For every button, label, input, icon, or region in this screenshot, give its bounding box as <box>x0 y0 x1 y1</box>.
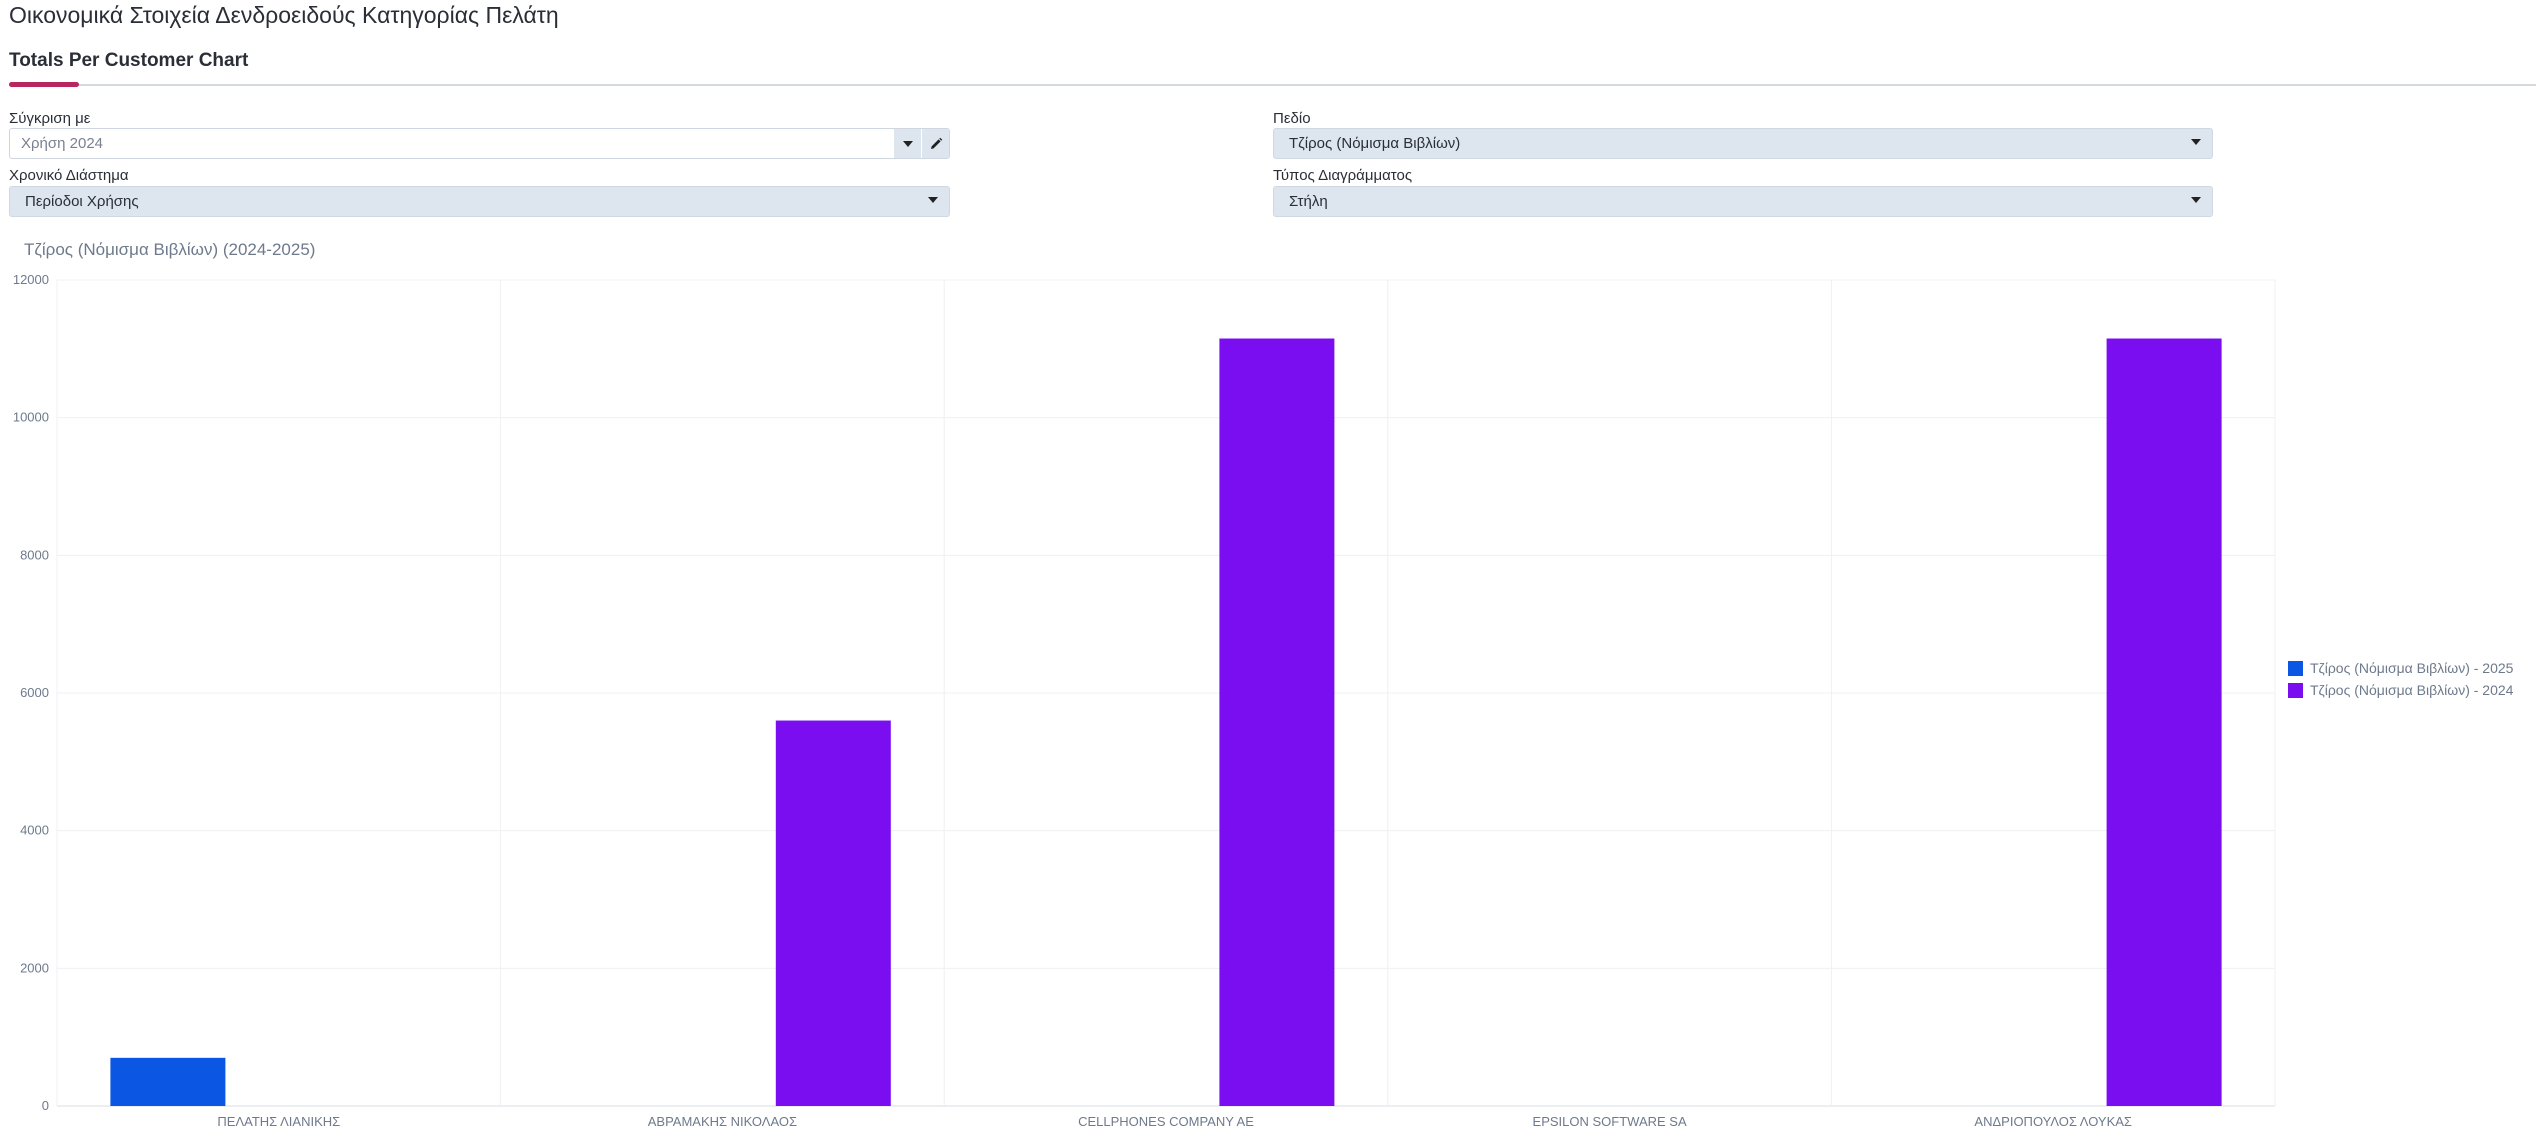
compare-with-dropdown-button[interactable] <box>894 129 921 158</box>
chevron-down-icon <box>2191 197 2201 203</box>
y-tick-label: 0 <box>42 1098 49 1113</box>
pencil-icon <box>930 137 942 149</box>
tab-bar-divider <box>9 84 2536 86</box>
legend-item-2024[interactable]: Τζίρος (Νόμισμα Βιβλίων) - 2024 <box>2288 679 2513 701</box>
compare-with-field[interactable]: Χρήση 2024 <box>9 128 950 159</box>
x-tick-label: ΠΕΛΑΤΗΣ ΛΙΑΝΙΚΗΣ <box>217 1114 340 1129</box>
active-tab-indicator <box>9 82 79 87</box>
x-tick-label: ΑΒΡΑΜΑΚΗΣ ΝΙΚΟΛΑΟΣ <box>648 1114 797 1129</box>
compare-with-value: Χρήση 2024 <box>21 135 104 152</box>
x-tick-label: CELLPHONES COMPANY AE <box>1078 1114 1254 1129</box>
time-range-value: Περίοδοι Χρήσης <box>25 193 139 210</box>
field-label: Πεδίο <box>1273 110 1311 127</box>
y-tick-label: 6000 <box>20 685 49 700</box>
x-tick-label: EPSILON SOFTWARE SA <box>1533 1114 1687 1129</box>
bar[interactable] <box>1219 338 1335 1107</box>
bar[interactable] <box>2106 338 2222 1107</box>
legend-item-2025[interactable]: Τζίρος (Νόμισμα Βιβλίων) - 2025 <box>2288 657 2513 679</box>
chart-legend: Τζίρος (Νόμισμα Βιβλίων) - 2025 Τζίρος (… <box>2288 657 2513 701</box>
legend-swatch-2024 <box>2288 682 2303 698</box>
compare-with-label: Σύγκριση με <box>9 110 91 127</box>
x-tick-label: ΑΝΔΡΙΟΠΟΥΛΟΣ ΛΟΥΚΑΣ <box>1974 1114 2132 1129</box>
bar-chart: 0 2000 4000 6000 8000 10000 12000 ΠΕΛΑΤΗΣ ΛΙΑΝΙ… <box>13 272 2276 1129</box>
y-tick-label: 10000 <box>13 410 49 425</box>
legend-swatch-2025 <box>2288 660 2303 676</box>
y-tick-label: 4000 <box>20 823 49 838</box>
chevron-down-icon <box>2191 139 2201 145</box>
bar[interactable] <box>775 720 891 1106</box>
chart-type-label: Τύπος Διαγράμματος <box>1273 167 1413 184</box>
tab-totals-per-customer-chart[interactable]: Totals Per Customer Chart <box>9 50 248 72</box>
y-tick-label: 12000 <box>13 272 49 287</box>
compare-with-edit-button[interactable] <box>922 129 949 158</box>
page-title: Οικονομικά Στοιχεία Δενδροειδούς Κατηγορ… <box>9 2 559 28</box>
legend-label-2024: Τζίρος (Νόμισμα Βιβλίων) - 2024 <box>2310 682 2514 698</box>
bar[interactable] <box>110 1057 226 1106</box>
legend-label-2025: Τζίρος (Νόμισμα Βιβλίων) - 2025 <box>2310 660 2514 676</box>
y-tick-label: 2000 <box>20 960 49 975</box>
chevron-down-icon <box>902 140 913 147</box>
time-range-label: Χρονικό Διάστημα <box>9 167 129 184</box>
chart-type-value: Στήλη <box>1289 193 1328 210</box>
field-value: Τζίρος (Νόμισμα Βιβλίων) <box>1289 135 1461 152</box>
time-range-select[interactable]: Περίοδοι Χρήσης <box>9 186 950 217</box>
chart-title: Τζίρος (Νόμισμα Βιβλίων) (2024-2025) <box>24 240 316 259</box>
chevron-down-icon <box>928 197 938 203</box>
chart-type-select[interactable]: Στήλη <box>1273 186 2213 217</box>
field-select[interactable]: Τζίρος (Νόμισμα Βιβλίων) <box>1273 128 2213 159</box>
y-tick-label: 8000 <box>20 547 49 562</box>
